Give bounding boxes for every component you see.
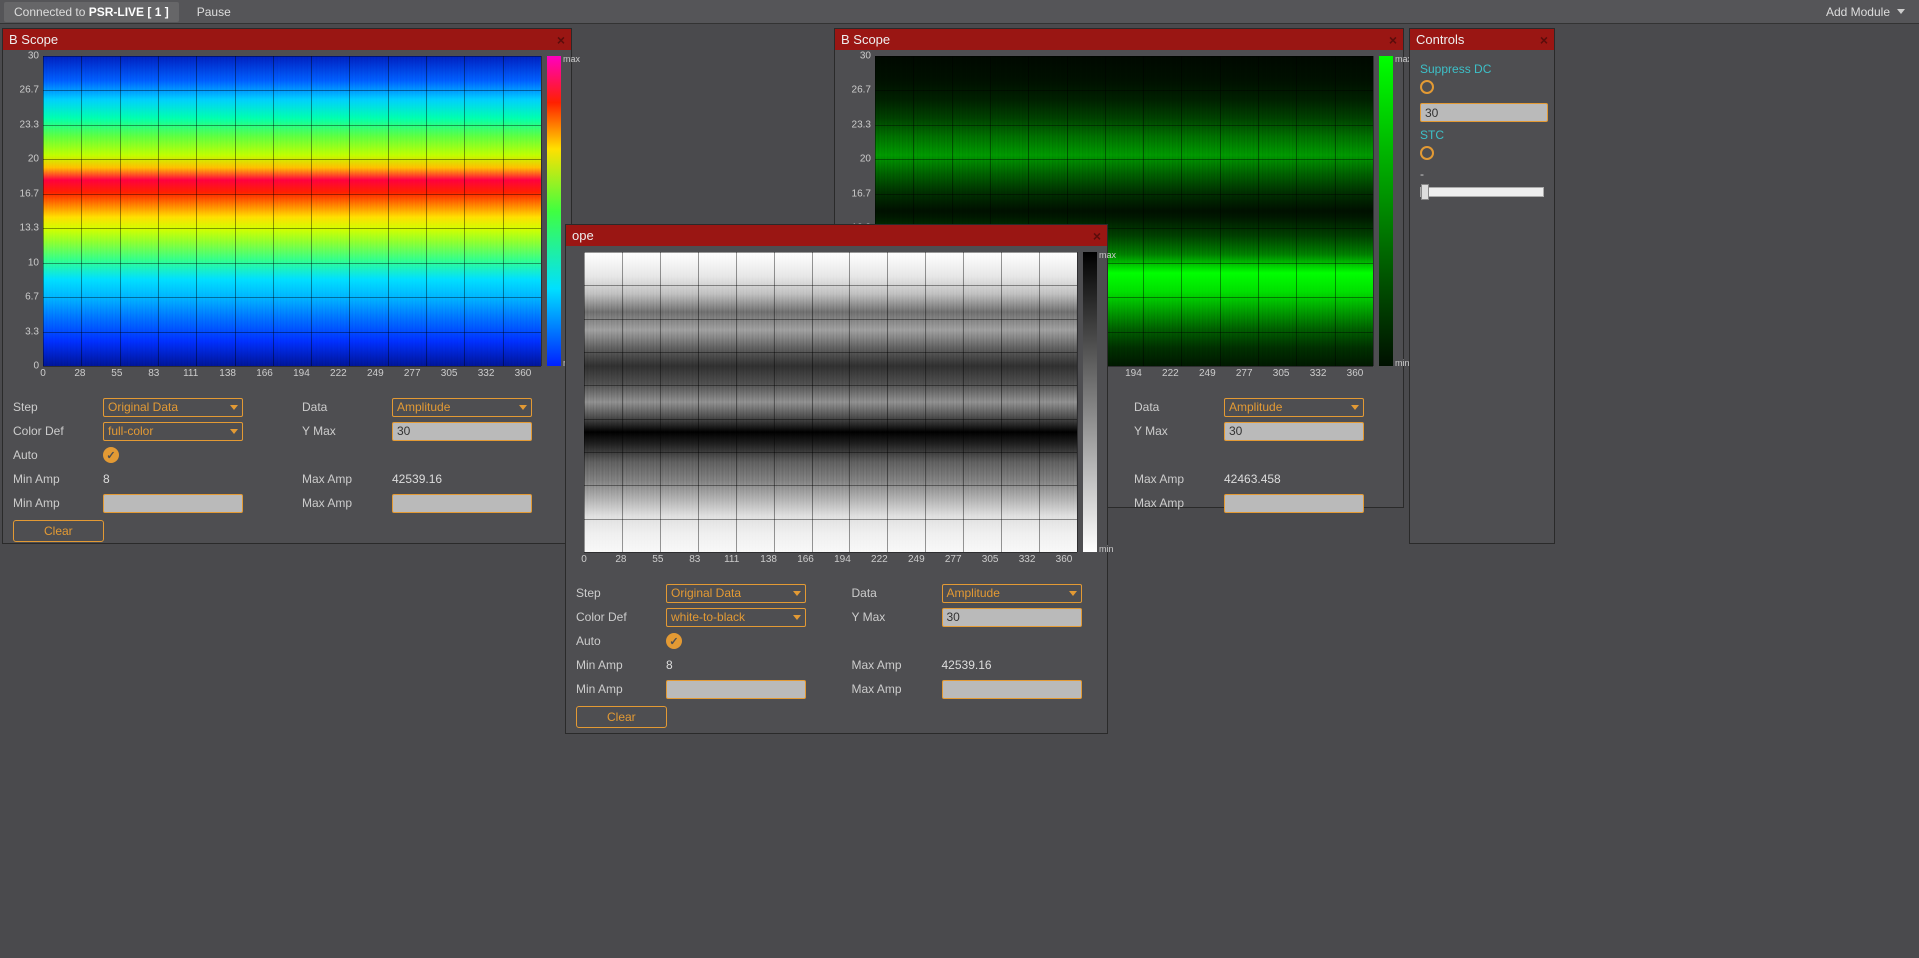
panel-title: ope (572, 228, 594, 243)
stc-label: STC (1420, 128, 1544, 142)
maxamp-value: 42539.16 (942, 658, 1098, 672)
minamp-value: 8 (666, 658, 822, 672)
stc-slider[interactable] (1420, 187, 1544, 197)
ymax-label: Y Max (852, 610, 942, 624)
data-select[interactable]: Amplitude (1224, 398, 1364, 417)
suppress-dc-toggle[interactable] (1420, 80, 1434, 94)
maxamp-input[interactable] (1224, 494, 1364, 513)
data-label: Data (1134, 400, 1224, 414)
step-label: Step (13, 400, 103, 414)
chevron-down-icon (519, 405, 527, 410)
bscope-panel-1: B Scope × 3026.723.32016.713.3106.73.30 … (2, 28, 572, 544)
ymax-input[interactable] (392, 422, 532, 441)
connection-status: Connected to PSR-LIVE [ 1 ] (4, 2, 179, 22)
colordef-label: Color Def (576, 610, 666, 624)
chevron-down-icon (793, 591, 801, 596)
minamp-label: Min Amp (13, 472, 103, 486)
chevron-down-icon (1069, 591, 1077, 596)
y-axis (576, 252, 584, 552)
auto-label: Auto (576, 634, 666, 648)
data-select[interactable]: Amplitude (392, 398, 532, 417)
close-icon[interactable]: × (1389, 33, 1397, 47)
add-module-dropdown[interactable]: Add Module (1816, 2, 1915, 22)
panel-title: B Scope (841, 32, 890, 47)
auto-label: Auto (13, 448, 103, 462)
x-axis: 0285583111138166194222249277305332360 (584, 552, 1064, 570)
minamp-input-label: Min Amp (13, 496, 103, 510)
heatmap-plot[interactable] (584, 252, 1077, 552)
panel-header[interactable]: ope × (566, 225, 1107, 246)
chevron-down-icon (793, 615, 801, 620)
maxamp-input-label: Max Amp (302, 496, 392, 510)
close-icon[interactable]: × (557, 33, 565, 47)
bscope-panel-2: ope × max min 02855831111381661942222492… (565, 224, 1108, 734)
maxamp-input[interactable] (392, 494, 532, 513)
maxamp-value: 42539.16 (392, 472, 561, 486)
y-axis: 3026.723.32016.713.3106.73.30 (13, 56, 43, 366)
heatmap-plot[interactable] (43, 56, 541, 366)
suppress-dc-label: Suppress DC (1420, 62, 1544, 76)
minamp-input[interactable] (103, 494, 243, 513)
maxamp-input-label: Max Amp (1134, 496, 1224, 510)
clear-button[interactable]: Clear (576, 706, 667, 728)
minamp-input-label: Min Amp (576, 682, 666, 696)
data-label: Data (852, 586, 942, 600)
maxamp-value: 42463.458 (1224, 472, 1393, 486)
chevron-down-icon (230, 405, 238, 410)
auto-checkbox[interactable]: ✓ (103, 447, 119, 463)
chevron-down-icon (230, 429, 238, 434)
minamp-value: 8 (103, 472, 272, 486)
stc-value: - (1420, 167, 1544, 181)
colorbar: max min (1379, 56, 1393, 366)
suppress-dc-input[interactable] (1420, 103, 1548, 122)
ymax-label: Y Max (302, 424, 392, 438)
colorbar: max min (547, 56, 561, 366)
panel-header[interactable]: B Scope × (3, 29, 571, 50)
panel-header[interactable]: Controls × (1410, 29, 1554, 50)
maxamp-label: Max Amp (852, 658, 942, 672)
panel-header[interactable]: B Scope × (835, 29, 1403, 50)
x-axis: 0285583111138166194222249277305332360 (43, 366, 523, 384)
chevron-down-icon (1351, 405, 1359, 410)
colordef-select[interactable]: white-to-black (666, 608, 806, 627)
chevron-down-icon (1897, 9, 1905, 14)
maxamp-input-label: Max Amp (852, 682, 942, 696)
controls-panel: Controls × Suppress DC STC - (1409, 28, 1555, 544)
panel-title: Controls (1416, 32, 1464, 47)
step-select[interactable]: Original Data (666, 584, 806, 603)
panel-title: B Scope (9, 32, 58, 47)
app-toolbar: Connected to PSR-LIVE [ 1 ] Pause Add Mo… (0, 0, 1919, 24)
maxamp-label: Max Amp (302, 472, 392, 486)
auto-checkbox[interactable]: ✓ (666, 633, 682, 649)
minamp-input[interactable] (666, 680, 806, 699)
step-label: Step (576, 586, 666, 600)
stc-toggle[interactable] (1420, 146, 1434, 160)
clear-button[interactable]: Clear (13, 520, 104, 542)
maxamp-input[interactable] (942, 680, 1082, 699)
colorbar: max min (1083, 252, 1097, 552)
colordef-label: Color Def (13, 424, 103, 438)
slider-thumb-icon[interactable] (1421, 184, 1429, 200)
step-select[interactable]: Original Data (103, 398, 243, 417)
pause-button[interactable]: Pause (187, 2, 241, 22)
maxamp-label: Max Amp (1134, 472, 1224, 486)
minamp-label: Min Amp (576, 658, 666, 672)
ymax-input[interactable] (942, 608, 1082, 627)
close-icon[interactable]: × (1093, 229, 1101, 243)
ymax-input[interactable] (1224, 422, 1364, 441)
close-icon[interactable]: × (1540, 33, 1548, 47)
colordef-select[interactable]: full-color (103, 422, 243, 441)
ymax-label: Y Max (1134, 424, 1224, 438)
data-select[interactable]: Amplitude (942, 584, 1082, 603)
data-label: Data (302, 400, 392, 414)
